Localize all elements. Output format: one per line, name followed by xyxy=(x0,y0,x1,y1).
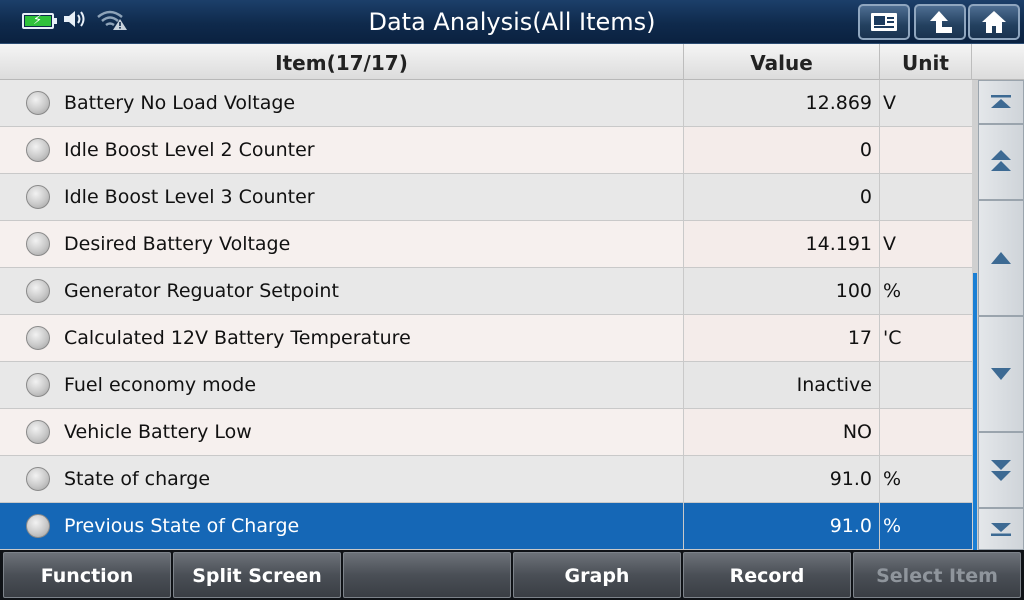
item-value: 0 xyxy=(859,139,872,161)
scroll-thumb[interactable] xyxy=(973,273,977,550)
split-screen-button[interactable]: Split Screen xyxy=(173,552,341,598)
item-label: Battery No Load Voltage xyxy=(64,92,296,114)
page-down-button[interactable] xyxy=(978,432,1024,508)
radio-button[interactable] xyxy=(26,420,50,444)
table-row[interactable]: Idle Boost Level 2 Counter 0 xyxy=(0,127,972,174)
item-unit: % xyxy=(883,280,902,302)
line-up-button[interactable] xyxy=(978,200,1024,316)
empty-function-button[interactable] xyxy=(343,552,511,598)
radio-button[interactable] xyxy=(26,279,50,303)
radio-button[interactable] xyxy=(26,326,50,350)
item-unit: % xyxy=(883,515,902,537)
item-label: Fuel economy mode xyxy=(64,374,257,396)
function-button[interactable]: Function xyxy=(3,552,171,598)
scrollbar[interactable] xyxy=(972,80,1024,550)
item-unit: 'C xyxy=(883,327,902,349)
record-button[interactable]: Record xyxy=(683,552,851,598)
radio-button[interactable] xyxy=(26,91,50,115)
table-row[interactable]: Calculated 12V Battery Temperature 17 'C xyxy=(0,315,972,362)
data-table: Battery No Load Voltage 12.869 V Idle Bo… xyxy=(0,80,972,550)
table-row[interactable]: Generator Reguator Setpoint 100 % xyxy=(0,268,972,315)
radio-button[interactable] xyxy=(26,467,50,491)
item-value: 100 xyxy=(835,280,872,302)
select-item-button[interactable]: Select Item xyxy=(853,552,1021,598)
scroll-top-icon xyxy=(991,95,1011,108)
table-row[interactable]: Fuel economy mode Inactive xyxy=(0,362,972,409)
report-button[interactable] xyxy=(858,4,910,40)
page-up-button[interactable] xyxy=(978,124,1024,200)
item-value: 12.869 xyxy=(805,92,872,114)
home-button[interactable] xyxy=(968,4,1020,40)
home-icon xyxy=(982,11,1006,33)
item-label: Idle Boost Level 2 Counter xyxy=(64,139,315,161)
up-arrow-icon xyxy=(930,11,952,33)
table-row[interactable]: Idle Boost Level 3 Counter 0 xyxy=(0,174,972,221)
radio-button[interactable] xyxy=(26,138,50,162)
column-header-unit[interactable]: Unit xyxy=(880,44,972,80)
table-row[interactable]: State of charge 91.0 % xyxy=(0,456,972,503)
item-label: Desired Battery Voltage xyxy=(64,233,291,255)
radio-button[interactable] xyxy=(26,514,50,538)
item-value: 14.191 xyxy=(805,233,872,255)
radio-button[interactable] xyxy=(26,232,50,256)
item-unit: V xyxy=(883,233,896,255)
item-value: Inactive xyxy=(796,374,872,396)
table-row-selected[interactable]: Previous State of Charge 91.0 % xyxy=(0,503,972,550)
table-row[interactable]: Desired Battery Voltage 14.191 V xyxy=(0,221,972,268)
item-value: 17 xyxy=(847,327,872,349)
item-value: 91.0 xyxy=(829,515,872,537)
scroll-bottom-button[interactable] xyxy=(978,508,1024,550)
function-bar: Function Split Screen Graph Record Selec… xyxy=(0,550,1024,600)
graph-button[interactable]: Graph xyxy=(513,552,681,598)
item-label: Idle Boost Level 3 Counter xyxy=(64,186,315,208)
column-header-value[interactable]: Value xyxy=(684,44,880,80)
column-header-item[interactable]: Item(17/17) xyxy=(0,44,684,80)
item-value: NO xyxy=(842,421,872,443)
item-label: State of charge xyxy=(64,468,211,490)
item-label: Generator Reguator Setpoint xyxy=(64,280,339,302)
radio-button[interactable] xyxy=(26,373,50,397)
line-down-icon xyxy=(991,368,1011,380)
line-up-icon xyxy=(991,252,1011,264)
back-button[interactable] xyxy=(914,4,966,40)
radio-button[interactable] xyxy=(26,185,50,209)
page-down-icon xyxy=(991,460,1011,481)
page-up-icon xyxy=(991,150,1011,171)
item-value: 0 xyxy=(859,186,872,208)
item-unit: % xyxy=(883,468,902,490)
scroll-bottom-icon xyxy=(991,523,1011,536)
line-down-button[interactable] xyxy=(978,316,1024,432)
item-label: Vehicle Battery Low xyxy=(64,421,252,443)
title-bar: ⚡ Data Analysis(All Items) xyxy=(0,0,1024,44)
item-value: 91.0 xyxy=(829,468,872,490)
item-unit: V xyxy=(883,92,896,114)
item-label: Previous State of Charge xyxy=(64,515,300,537)
table-row[interactable]: Vehicle Battery Low NO xyxy=(0,409,972,456)
table-row[interactable]: Battery No Load Voltage 12.869 V xyxy=(0,80,972,127)
table-header: Item(17/17) Value Unit xyxy=(0,44,1024,80)
item-label: Calculated 12V Battery Temperature xyxy=(64,327,411,349)
report-icon xyxy=(871,13,897,31)
scroll-top-button[interactable] xyxy=(978,80,1024,124)
